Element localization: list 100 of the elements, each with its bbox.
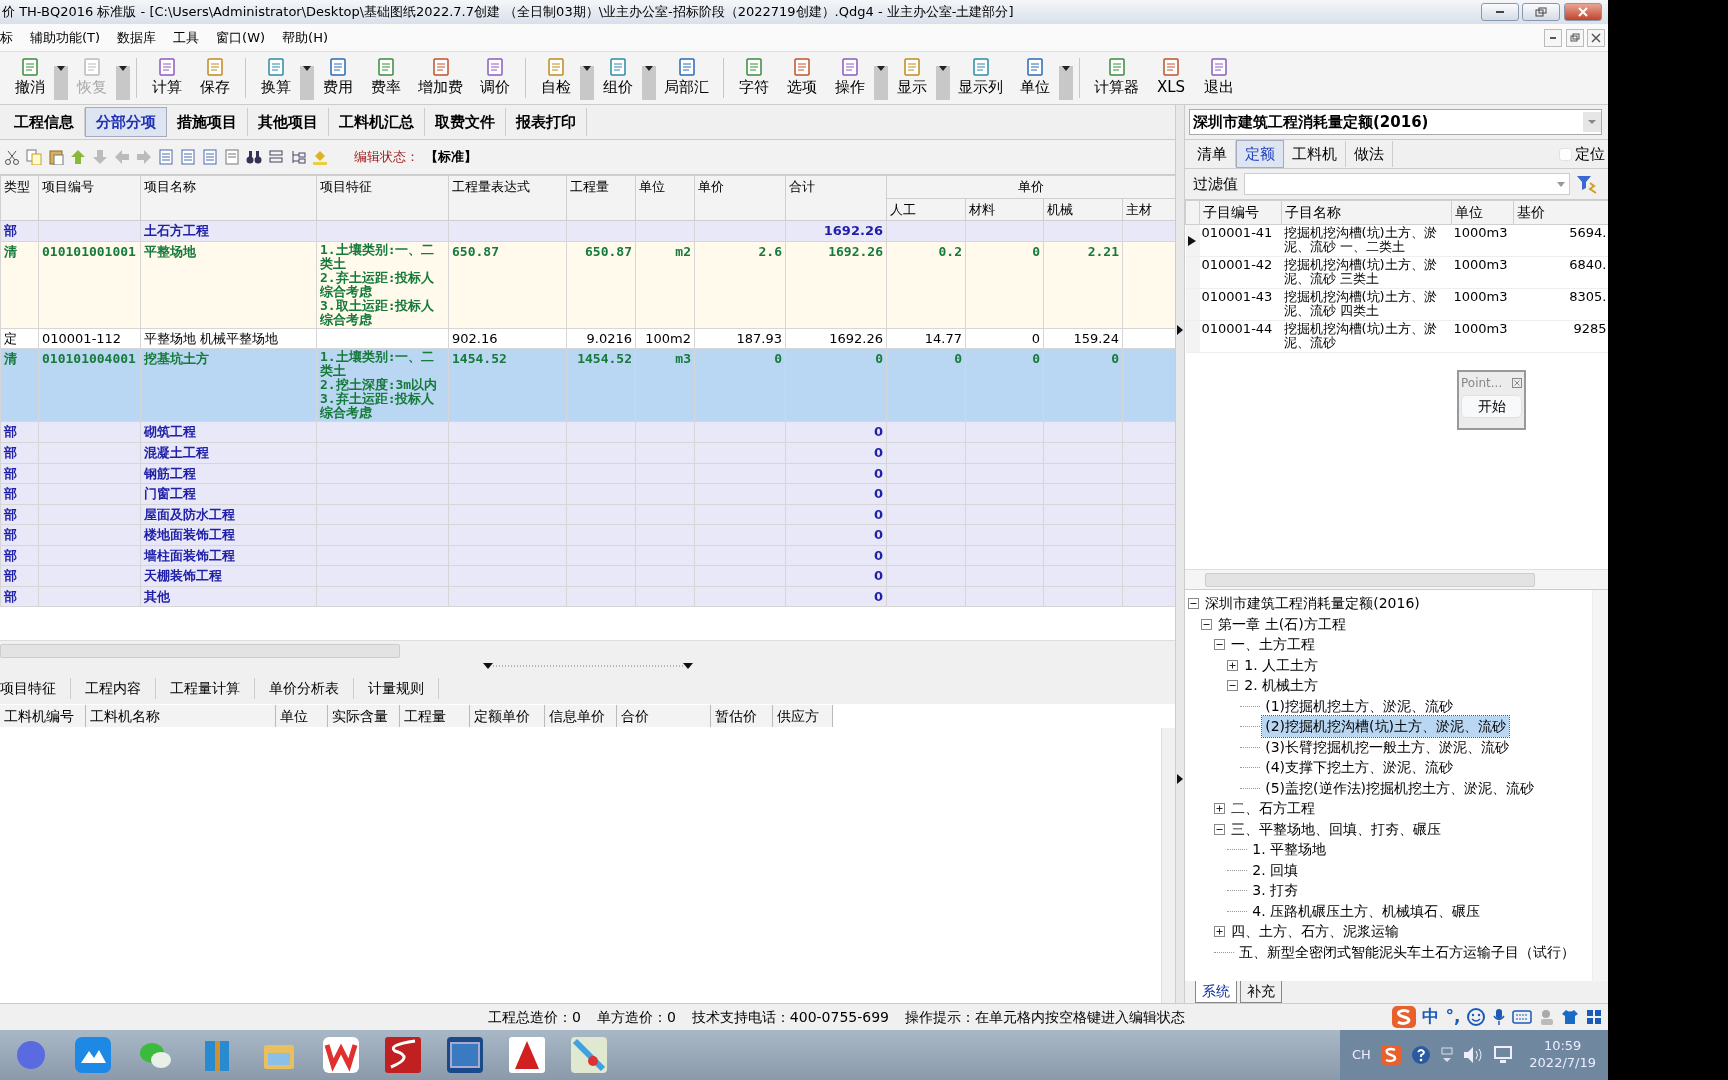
ime-indicator[interactable]: 中 — [1422, 1004, 1440, 1030]
app-icon[interactable] — [509, 1037, 545, 1073]
tab[interactable]: 计量规则 — [354, 677, 439, 699]
tree-item[interactable]: 二、石方工程 — [1228, 798, 1319, 819]
tree-item[interactable]: 1. 人工土方 — [1241, 654, 1322, 676]
tree-item[interactable]: 五、新型全密闭式智能泥头车土石方运输子目（试行） — [1236, 941, 1579, 963]
column-header[interactable]: 基价 — [1513, 200, 1608, 225]
toolbar-button[interactable]: 显示 — [888, 55, 936, 101]
speaker-icon[interactable] — [1462, 1046, 1483, 1064]
expand-icon[interactable] — [1214, 926, 1226, 937]
tree-item[interactable]: 4. 压路机碾压土方、机械填石、碾压 — [1249, 900, 1484, 922]
vertical-scrollbar[interactable] — [1592, 590, 1608, 981]
column-header[interactable]: 工料机名称 — [86, 705, 276, 727]
splitter-handle[interactable] — [482, 662, 693, 670]
restore-button[interactable] — [1565, 28, 1584, 47]
toolbar-button[interactable]: 费用 — [314, 55, 362, 101]
toolbar-button[interactable]: XLS — [1147, 55, 1195, 101]
tree-item[interactable]: (5)盖挖(逆作法)挖掘机挖土方、淤泥、流砂 — [1262, 777, 1537, 799]
microphone-icon[interactable] — [1491, 1008, 1506, 1026]
tree-item[interactable]: (3)长臂挖掘机挖一般土方、淤泥、流砂 — [1262, 736, 1513, 758]
column-header[interactable]: 工料机编号 — [0, 705, 86, 727]
dropdown-button[interactable] — [580, 66, 594, 100]
filter-icon[interactable] — [1576, 174, 1598, 194]
network-icon[interactable] — [1440, 1047, 1453, 1063]
tab[interactable]: 报表打印 — [506, 107, 587, 137]
expand-icon[interactable] — [1227, 659, 1239, 671]
tab[interactable]: 系统 — [1195, 981, 1237, 1003]
tree-item[interactable]: 1. 平整场地 — [1249, 839, 1330, 860]
tab[interactable]: 工程量计算 — [156, 677, 255, 699]
tree-item[interactable]: 第一章 土(石)方工程 — [1215, 613, 1349, 635]
filter-field[interactable] — [1244, 173, 1570, 195]
column-header[interactable]: 工程量 — [566, 175, 636, 221]
expand-icon[interactable] — [1214, 803, 1226, 814]
collapse-arrow-icon[interactable] — [1177, 773, 1183, 784]
column-header[interactable]: 合价 — [617, 705, 711, 727]
app-icon[interactable] — [385, 1037, 421, 1073]
column-header[interactable]: 项目编号 — [38, 175, 141, 221]
column-header[interactable]: 项目特征 — [316, 175, 449, 221]
minimize-button[interactable] — [1544, 28, 1563, 47]
app-icon[interactable] — [75, 1037, 111, 1073]
toolbar-button[interactable]: 计算 — [143, 55, 191, 101]
tab[interactable]: 取费文件 — [425, 107, 506, 137]
tree-item[interactable]: (2)挖掘机挖沟槽(坑)土方、淤泥、流砂 — [1262, 716, 1509, 737]
toolbar-button[interactable]: 字符 — [730, 55, 778, 101]
menu-item[interactable]: 辅助功能(T) — [30, 27, 110, 48]
toolbar-button[interactable]: 选项 — [778, 55, 826, 101]
toolbar-button[interactable]: 局部汇 — [656, 55, 717, 101]
ime-indicator[interactable]: °, — [1445, 1004, 1461, 1030]
toolbar-button[interactable]: 显示列 — [950, 55, 1011, 101]
tab[interactable]: 工料机 — [1284, 140, 1346, 168]
shirt-icon[interactable] — [1561, 1009, 1579, 1025]
ime-logo-icon[interactable] — [1391, 1006, 1416, 1028]
horizontal-scrollbar[interactable] — [1185, 569, 1608, 589]
dropdown-button[interactable] — [642, 66, 656, 100]
column-header[interactable]: 实际含量 — [328, 705, 400, 727]
toolbar-button[interactable]: 保存 — [191, 55, 239, 101]
column-header[interactable]: 定额单价 — [470, 705, 545, 727]
toolbar-button[interactable]: 撤消 — [6, 55, 54, 101]
binoculars-icon[interactable] — [246, 149, 262, 165]
collapse-icon[interactable] — [1188, 598, 1200, 609]
column-header[interactable]: 单位 — [635, 175, 695, 221]
close-button[interactable] — [1586, 28, 1605, 47]
tree-item[interactable]: 三、平整场地、回填、打夯、碾压 — [1228, 818, 1445, 840]
dropdown-button[interactable] — [300, 66, 314, 100]
keyboard-icon[interactable] — [1512, 1010, 1532, 1024]
tree-icon[interactable] — [290, 149, 306, 165]
start-button[interactable]: 开始 — [1461, 395, 1522, 419]
collapse-arrow-icon[interactable] — [1177, 324, 1183, 335]
tree-item[interactable]: (1)挖掘机挖土方、淤泥、流砂 — [1262, 695, 1457, 717]
column-header[interactable]: 单价 — [886, 175, 1175, 198]
tree-item[interactable]: 深圳市建筑工程消耗量定额(2016) — [1202, 593, 1423, 614]
paste-icon[interactable] — [48, 149, 64, 165]
smiley-icon[interactable] — [1467, 1008, 1485, 1026]
tab[interactable]: 定额 — [1236, 139, 1284, 169]
toolbar-button[interactable]: 组价 — [594, 55, 642, 101]
tab[interactable]: 补充 — [1240, 981, 1282, 1003]
column-header[interactable]: 子目名称 — [1281, 200, 1452, 225]
column-header[interactable]: 合计 — [785, 175, 887, 221]
tab[interactable]: 工料机汇总 — [329, 107, 425, 137]
column-header[interactable]: 单位 — [1451, 200, 1514, 225]
column-header[interactable]: 项目名称 — [140, 175, 317, 221]
dropdown-button[interactable] — [1059, 66, 1073, 100]
column-header[interactable]: 子目编号 — [1199, 200, 1282, 225]
tab[interactable]: 做法 — [1346, 140, 1393, 168]
toolbar-button[interactable]: 退出 — [1195, 55, 1243, 101]
menu-item[interactable]: 标 — [0, 27, 22, 48]
close-button[interactable] — [1563, 3, 1602, 21]
toolbar-button[interactable]: 操作 — [826, 55, 874, 101]
column-header[interactable]: 单价 — [694, 175, 786, 221]
horizontal-scrollbar[interactable] — [0, 640, 1175, 660]
locate-checkbox[interactable] — [1558, 147, 1572, 161]
toolbar-button[interactable]: 计算器 — [1086, 55, 1147, 101]
column-header[interactable]: 单位 — [276, 705, 328, 727]
tab[interactable]: 工程内容 — [71, 677, 156, 699]
toolbar-button[interactable]: 调价 — [471, 55, 519, 101]
menu-item[interactable]: 窗口(W) — [216, 27, 275, 48]
collapse-icon[interactable] — [1214, 823, 1226, 835]
app-icon[interactable] — [323, 1037, 359, 1073]
library-dropdown[interactable]: 深圳市建筑工程消耗量定额(2016) — [1189, 109, 1602, 135]
tree-item[interactable]: (4)支撑下挖土方、淤泥、流砂 — [1262, 757, 1457, 778]
